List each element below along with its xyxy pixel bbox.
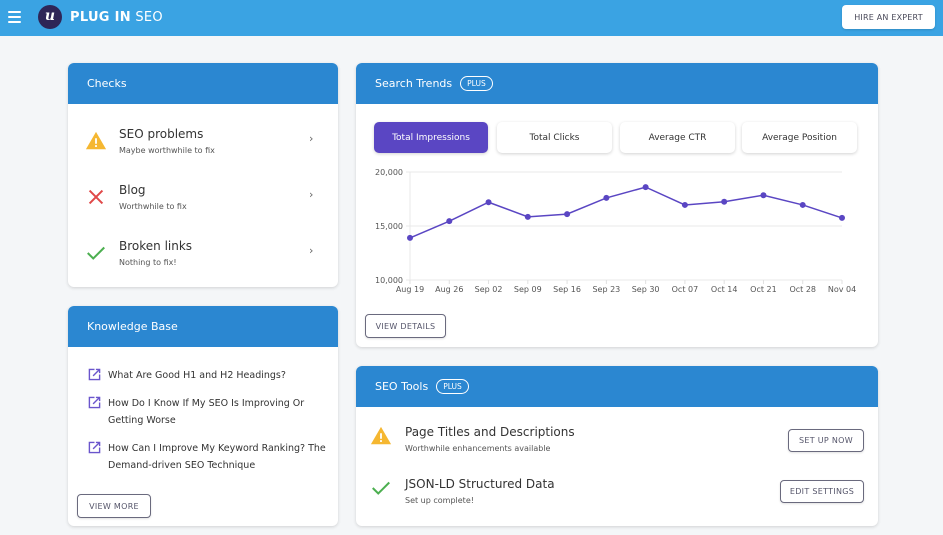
top-bar: u PLUG IN SEO HIRE AN EXPERT [0, 0, 943, 36]
seo-tools-header: SEO Tools PLUS [356, 366, 878, 407]
kb-article-title: How Do I Know If My SEO Is Improving Or … [108, 398, 305, 426]
kb-article-title: How Can I Improve My Keyword Ranking? Th… [108, 443, 326, 471]
data-point[interactable] [642, 184, 649, 191]
data-point[interactable] [721, 198, 728, 205]
check-item-broken-links[interactable]: Broken links Nothing to fix! › [68, 239, 338, 287]
brand-bold: PLUG IN [70, 10, 131, 25]
kb-article-link[interactable]: How Do I Know If My SEO Is Improving Or … [88, 395, 328, 429]
tab-average-ctr[interactable]: Average CTR [620, 122, 735, 153]
x-tick-label: Sep 23 [592, 285, 620, 294]
seo-tools-card: SEO Tools PLUS Page Titles and Descripti… [356, 366, 878, 526]
checks-card: Checks SEO problems Maybe worthwhile to … [68, 63, 338, 287]
view-details-button[interactable]: VIEW DETAILS [365, 314, 446, 338]
warning-icon [370, 426, 392, 445]
checks-header: Checks [68, 63, 338, 104]
check-subtitle: Worthwhile to fix [119, 202, 187, 211]
search-trends-title: Search Trends [375, 76, 453, 90]
tool-item-page-titles: Page Titles and Descriptions Worthwhile … [356, 425, 878, 465]
plus-badge: PLUS [436, 379, 469, 394]
x-tick-label: Oct 07 [672, 285, 699, 294]
kb-article-link[interactable]: What Are Good H1 and H2 Headings? [88, 367, 328, 385]
checkmark-icon [87, 246, 105, 260]
check-item-seo-problems[interactable]: SEO problems Maybe worthwhile to fix › [68, 127, 338, 177]
tool-subtitle: Worthwhile enhancements available [405, 444, 551, 453]
hamburger-icon[interactable] [8, 11, 21, 23]
error-x-icon [88, 189, 104, 205]
data-point[interactable] [485, 199, 492, 206]
data-point[interactable] [839, 214, 845, 221]
data-point[interactable] [760, 192, 767, 199]
data-point[interactable] [603, 194, 610, 201]
x-tick-label: Oct 28 [789, 285, 816, 294]
x-tick-label: Sep 16 [553, 285, 581, 294]
impressions-line-chart: 10,000 15,000 20,000 Aug 19 Aug 26 Sep 02 Sep… [375, 168, 856, 294]
data-point[interactable] [407, 234, 413, 241]
chevron-right-icon: › [309, 132, 314, 145]
kb-article-link[interactable]: How Can I Improve My Keyword Ranking? Th… [88, 440, 328, 474]
check-subtitle: Nothing to fix! [119, 258, 177, 267]
tool-item-json-ld: JSON-LD Structured Data Set up complete!… [356, 477, 878, 517]
knowledge-base-card: Knowledge Base What Are Good H1 and H2 H… [68, 306, 338, 526]
external-link-icon [88, 441, 101, 454]
hire-expert-button[interactable]: HIRE AN EXPERT [842, 5, 935, 29]
tab-average-position[interactable]: Average Position [742, 122, 857, 153]
check-title: Blog [119, 183, 146, 197]
tab-total-impressions[interactable]: Total Impressions [374, 122, 488, 153]
data-point[interactable] [564, 211, 571, 218]
tool-title: Page Titles and Descriptions [405, 425, 575, 439]
warning-icon [85, 131, 107, 150]
search-trends-card: Search Trends PLUS Total Impressions Tot… [356, 63, 878, 347]
logo-icon: u [38, 5, 62, 29]
y-tick-label: 20,000 [375, 168, 403, 177]
checkmark-icon [372, 481, 390, 495]
series-line [409, 186, 843, 239]
check-title: Broken links [119, 239, 193, 253]
check-title: SEO problems [119, 127, 204, 141]
set-up-now-button[interactable]: SET UP NOW [788, 429, 864, 452]
x-tick-label: Oct 21 [750, 285, 777, 294]
check-item-blog[interactable]: Blog Worthwhile to fix › [68, 183, 338, 233]
x-tick-label: Aug 26 [435, 285, 463, 294]
data-point[interactable] [524, 213, 531, 220]
brand-name: PLUG IN SEO [70, 10, 163, 25]
knowledge-base-header: Knowledge Base [68, 306, 338, 347]
checks-title: Checks [87, 76, 127, 90]
data-point[interactable] [446, 218, 453, 225]
data-point[interactable] [799, 201, 806, 208]
x-tick-label: Sep 30 [632, 285, 660, 294]
view-more-button[interactable]: VIEW MORE [77, 494, 151, 518]
x-tick-label: Oct 14 [711, 285, 738, 294]
y-tick-label: 10,000 [375, 276, 403, 285]
brand-light: SEO [135, 10, 163, 25]
check-subtitle: Maybe worthwhile to fix [119, 146, 215, 155]
x-tick-label: Sep 09 [514, 285, 542, 294]
x-tick-label: Sep 02 [475, 285, 503, 294]
y-tick-label: 15,000 [375, 222, 403, 231]
chevron-right-icon: › [309, 188, 314, 201]
x-tick-label: Nov 04 [828, 285, 856, 294]
kb-article-title: What Are Good H1 and H2 Headings? [108, 370, 286, 381]
tool-subtitle: Set up complete! [405, 496, 474, 505]
external-link-icon [88, 368, 101, 381]
x-tick-label: Aug 19 [396, 285, 424, 294]
edit-settings-button[interactable]: EDIT SETTINGS [780, 480, 864, 503]
plus-badge: PLUS [460, 76, 493, 91]
tab-total-clicks[interactable]: Total Clicks [497, 122, 612, 153]
tool-title: JSON-LD Structured Data [405, 477, 555, 491]
data-point[interactable] [681, 201, 688, 208]
knowledge-base-title: Knowledge Base [87, 319, 178, 333]
search-trends-header: Search Trends PLUS [356, 63, 878, 104]
seo-tools-title: SEO Tools [375, 379, 429, 393]
chevron-right-icon: › [309, 244, 314, 257]
external-link-icon [88, 396, 101, 409]
